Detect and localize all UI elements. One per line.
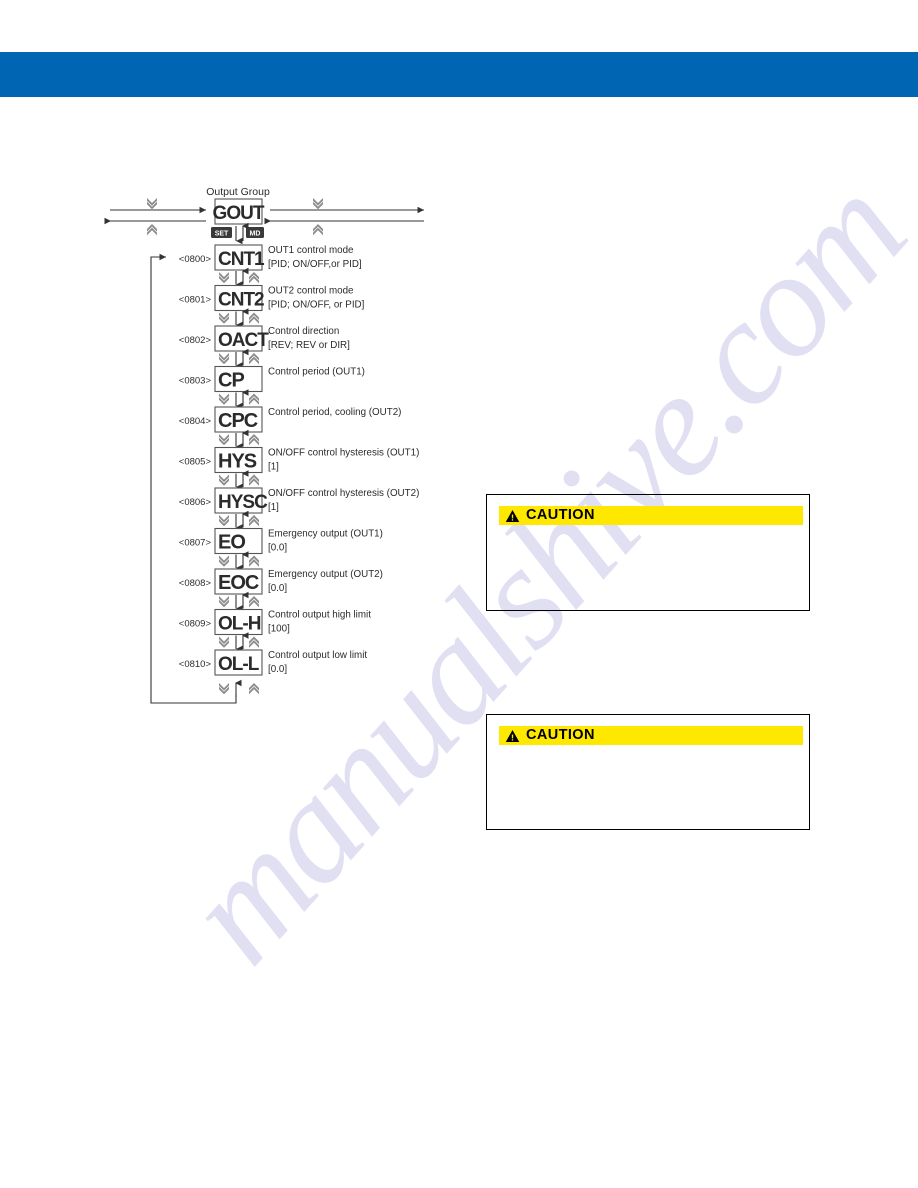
parameter-default-value: [PID; ON/OFF,or PID] [268, 259, 362, 270]
parameter-default-value: [REV; REV or DIR] [268, 340, 350, 351]
chevron-down-icon [219, 596, 229, 608]
parameter-default-value: [1] [268, 462, 279, 473]
parameter-row: <0805> HYS ON/OFF control hysteresis (OUT1… [179, 446, 419, 491]
caution-bar: CAUTION [499, 726, 803, 745]
parameter-label: Control output low limit [268, 650, 367, 661]
parameter-display-text: EOC [218, 572, 259, 594]
parameter-display-text: CPC [218, 410, 258, 432]
parameter-code: <0800> [179, 254, 212, 265]
parameter-label: ON/OFF control hysteresis (OUT1) [268, 448, 419, 459]
chevron-down-icon [219, 555, 229, 567]
parameter-label: OUT1 control mode [268, 245, 354, 256]
chevron-down-icon [219, 393, 229, 405]
caution-box-1: CAUTION [486, 494, 810, 611]
chevron-down-icon [147, 198, 157, 210]
chevron-up-icon [249, 555, 259, 567]
parameter-label: Emergency output (OUT1) [268, 529, 383, 540]
chevron-down-icon [219, 272, 229, 284]
chevron-up-icon [313, 224, 323, 236]
parameter-row: <0803> CP Control period (OUT1) [179, 365, 365, 410]
parameter-label: Control period, cooling (OUT2) [268, 407, 401, 418]
chevron-down-icon [219, 312, 229, 324]
parameter-row: <0802> OACT Control direction [REV; REV or … [179, 325, 350, 369]
parameter-default-value: [PID; ON/OFF, or PID] [268, 300, 365, 311]
chevron-up-icon [249, 636, 259, 648]
parameter-row: <0800> CNT1 OUT1 control mode [PID; ON/OFF,… [179, 244, 362, 288]
parameter-code: <0805> [179, 457, 212, 468]
chevron-up-icon [249, 683, 259, 695]
md-key-label: MD [250, 231, 261, 238]
parameter-display-text: OACT [218, 330, 269, 351]
chevron-up-icon [249, 312, 259, 324]
chevron-up-icon [249, 515, 259, 527]
chevron-down-icon [219, 636, 229, 648]
chevron-down-icon [219, 683, 229, 695]
chevron-up-icon [249, 393, 259, 405]
chevron-up-icon [147, 224, 157, 236]
parameter-default-value: [1] [268, 502, 279, 513]
parameter-code: <0803> [179, 376, 212, 387]
caution-label: CAUTION [526, 507, 595, 524]
parameter-display-text: OL-H [218, 614, 261, 635]
parameter-row: <0804> CPC Control period, cooling (OUT2) [179, 406, 401, 450]
parameter-code: <0806> [179, 497, 212, 508]
parameter-row: <0806> HYSC ON/OFF control hysteresis (OUT… [179, 487, 419, 531]
parameter-display-text: CNT1 [218, 249, 265, 270]
parameter-rows: <0800> CNT1 OUT1 control mode [PID; ON/OFF,… [179, 244, 419, 676]
parameter-row: <0807> EO Emergency output (OUT1) [0.0] [179, 527, 383, 572]
parameter-display-text: CP [218, 370, 244, 392]
chevron-down-icon [219, 353, 229, 365]
parameter-code: <0807> [179, 538, 212, 549]
parameter-default-value: [0.0] [268, 664, 287, 675]
parameter-display-text: HYSC [218, 492, 268, 513]
parameter-label: Emergency output (OUT2) [268, 569, 383, 580]
parameter-display-text: HYS [218, 451, 257, 473]
gout-display-text: GOUT [213, 203, 265, 224]
parameter-label: ON/OFF control hysteresis (OUT2) [268, 488, 419, 499]
parameter-row: <0801> CNT2 OUT2 control mode [PID; ON/OFF,… [179, 284, 365, 329]
parameter-code: <0801> [179, 295, 212, 306]
parameter-row: <0810> OL-L Control output low limit [0.0] [179, 649, 367, 676]
parameter-row: <0809> OL-H Control output high limit [100] [179, 608, 371, 653]
parameter-row: <0808> EOC Emergency output (OUT2) [0.0] [179, 568, 383, 612]
chevron-down-icon [313, 198, 323, 210]
parameter-label: Control direction [268, 326, 339, 337]
chevron-up-icon [249, 434, 259, 446]
chevron-down-icon [219, 515, 229, 527]
parameter-label: OUT2 control mode [268, 286, 354, 297]
chevron-up-icon [249, 353, 259, 365]
caution-label: CAUTION [526, 727, 595, 744]
parameter-code: <0810> [179, 659, 212, 670]
warning-triangle-icon [505, 729, 520, 742]
chevron-down-icon [219, 474, 229, 486]
parameter-code: <0808> [179, 578, 212, 589]
parameter-default-value: [0.0] [268, 583, 287, 594]
chevron-down-icon [219, 434, 229, 446]
parameter-display-text: EO [218, 532, 245, 554]
chevron-up-icon [249, 272, 259, 284]
caution-box-2: CAUTION [486, 714, 810, 830]
parameter-default-value: [0.0] [268, 543, 287, 554]
parameter-display-text: CNT2 [218, 290, 264, 311]
warning-triangle-icon [505, 509, 520, 522]
chevron-up-icon [249, 474, 259, 486]
parameter-code: <0809> [179, 619, 212, 630]
parameter-display-text: OL-L [218, 654, 260, 675]
parameter-label: Control period (OUT1) [268, 367, 365, 378]
parameter-code: <0802> [179, 335, 212, 346]
caution-bar: CAUTION [499, 506, 803, 525]
set-key-label: SET [215, 231, 229, 238]
parameter-code: <0804> [179, 416, 212, 427]
parameter-label: Control output high limit [268, 610, 371, 621]
output-group-title: Output Group [206, 186, 270, 198]
chevron-up-icon [249, 596, 259, 608]
parameter-default-value: [100] [268, 624, 290, 635]
